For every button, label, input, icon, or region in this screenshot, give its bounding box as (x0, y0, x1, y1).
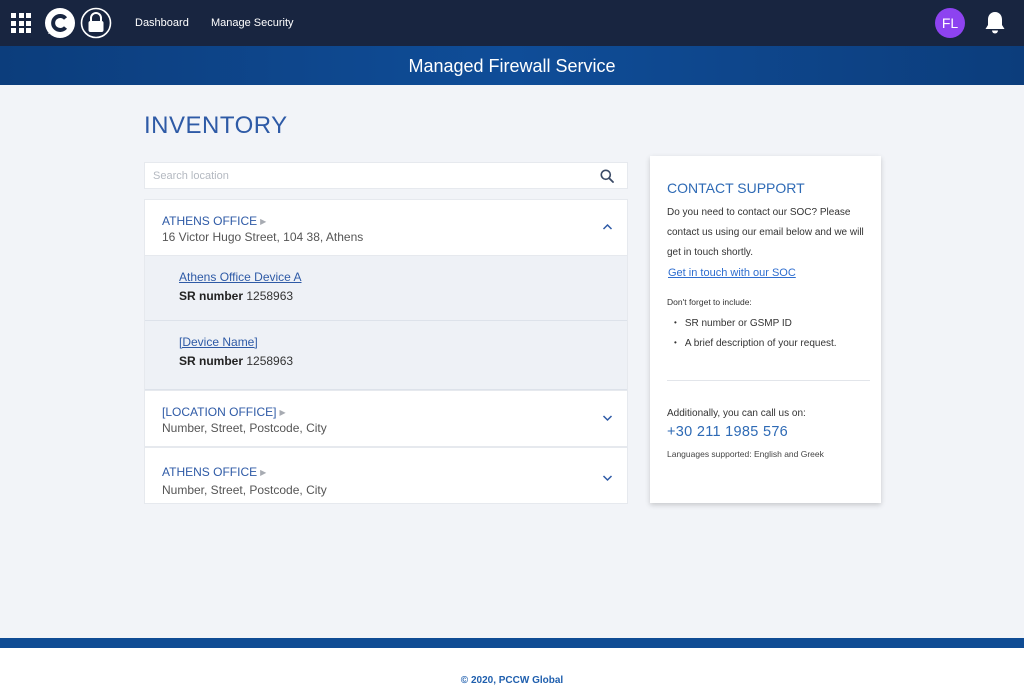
phone-number[interactable]: +30 211 1985 576 (667, 424, 788, 440)
list-item: A brief description of your request. (674, 334, 837, 354)
search-icon[interactable] (600, 169, 614, 183)
location-name[interactable]: ATHENS OFFICE ▶ (162, 214, 266, 228)
lock-logo[interactable] (80, 7, 112, 39)
chevron-down-icon[interactable] (602, 474, 613, 482)
chevron-down-icon[interactable] (602, 414, 613, 422)
service-banner: Managed Firewall Service (0, 46, 1024, 85)
nav-manage-security[interactable]: Manage Security (211, 0, 294, 46)
caret-right-icon: ▶ (260, 217, 267, 226)
card-title: CONTACT SUPPORT (667, 180, 805, 196)
apps-grid-icon[interactable] (11, 13, 31, 33)
device-item: [Device Name] SR number 1258963 (145, 321, 627, 390)
list-item: SR number or GSMP ID (674, 314, 837, 334)
card-body: Do you need to contact our SOC? Please c… (667, 207, 864, 258)
soc-contact-link[interactable]: Get in touch with our SOC (668, 267, 796, 279)
copyright: © 2020, PCCW Global (460, 675, 564, 686)
location-name[interactable]: ATHENS OFFICE ▶ (162, 465, 266, 479)
chevron-up-icon[interactable] (602, 223, 613, 231)
device-list: Athens Office Device A SR number 1258963… (144, 256, 628, 390)
location-list: ATHENS OFFICE ▶ 16 Victor Hugo Street, 10… (144, 199, 628, 504)
location-address: Number, Street, Postcode, City (162, 483, 327, 497)
location-item[interactable]: [LOCATION OFFICE] ▶ Number, Street, Postc… (144, 390, 628, 447)
location-address: Number, Street, Postcode, City (162, 421, 327, 435)
user-avatar[interactable]: FL (935, 8, 965, 38)
search-box (144, 162, 628, 189)
device-item: Athens Office Device A SR number 1258963 (145, 256, 627, 321)
page-title: INVENTORY (144, 112, 288, 139)
bell-icon[interactable] (983, 10, 1007, 36)
reminder-label: Don't forget to include: (667, 297, 752, 307)
caret-right-icon: ▶ (279, 408, 286, 417)
divider (667, 380, 870, 381)
footer-bar (0, 638, 1024, 648)
contact-support-card: CONTACT SUPPORT Do you need to contact o… (650, 156, 881, 503)
caret-right-icon: ▶ (260, 468, 267, 477)
location-name[interactable]: [LOCATION OFFICE] ▶ (162, 405, 286, 419)
device-sr: SR number 1258963 (179, 289, 294, 303)
footer: © 2020, PCCW Global (0, 648, 1024, 699)
device-sr: SR number 1258963 (179, 354, 294, 368)
top-bar: Dashboard Manage Security FL (0, 0, 1024, 46)
location-item[interactable]: ATHENS OFFICE ▶ Number, Street, Postcode,… (144, 447, 628, 504)
languages-text: Languages supported: English and Greek (667, 449, 824, 459)
location-item[interactable]: ATHENS OFFICE ▶ 16 Victor Hugo Street, 10… (144, 199, 628, 256)
search-input[interactable] (153, 163, 573, 188)
reminder-list: SR number or GSMP ID A brief description… (674, 314, 837, 354)
call-text: Additionally, you can call us on: (667, 408, 806, 419)
device-link[interactable]: [Device Name] (179, 335, 258, 349)
device-link[interactable]: Athens Office Device A (179, 270, 302, 284)
brand-c-logo[interactable] (44, 7, 76, 39)
location-address: 16 Victor Hugo Street, 104 38, Athens (162, 230, 364, 244)
nav-dashboard[interactable]: Dashboard (135, 0, 189, 46)
